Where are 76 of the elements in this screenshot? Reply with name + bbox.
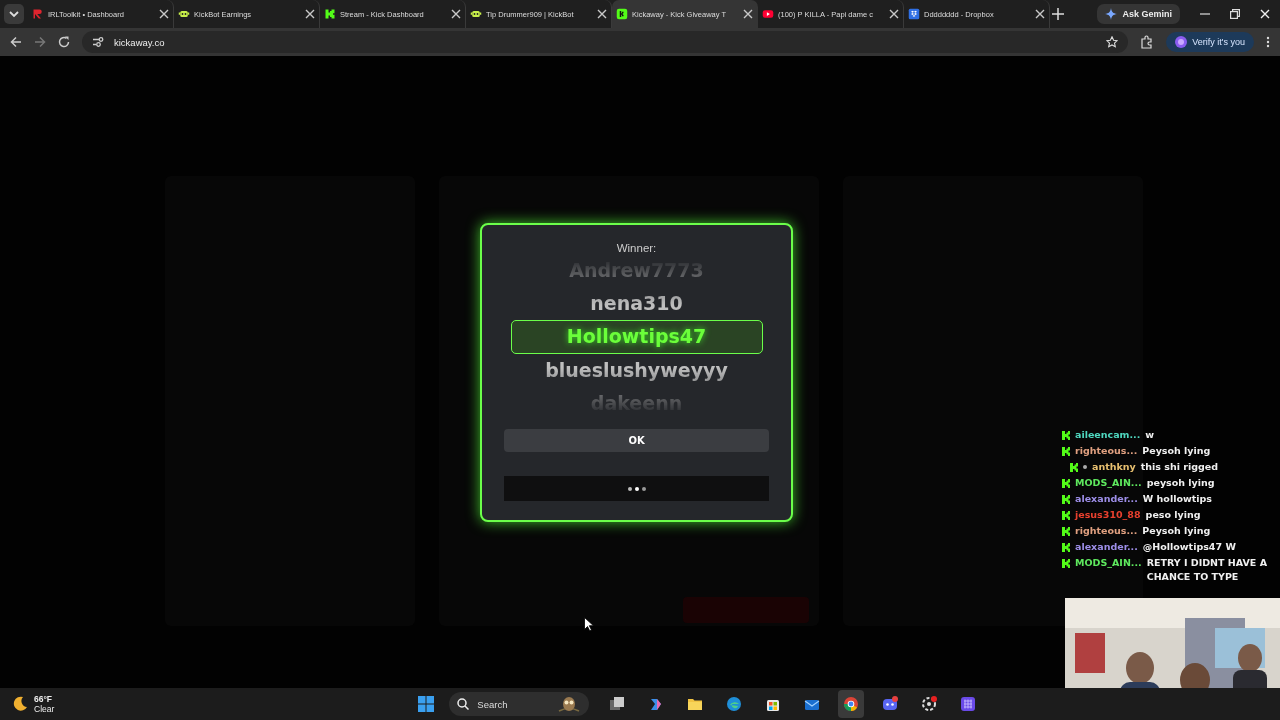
participant-name: nena310 xyxy=(590,290,683,316)
chat-message: peysoh lying xyxy=(1146,476,1215,490)
kick-logo-icon xyxy=(1062,479,1070,488)
box-icon xyxy=(908,8,920,20)
close-icon[interactable] xyxy=(743,9,753,19)
close-icon[interactable] xyxy=(597,9,607,19)
letter-r-icon xyxy=(32,8,44,20)
chat-username: alexander... xyxy=(1075,492,1138,506)
chat-message: RETRY I DIDNT HAVE A CHANCE TO TYPE xyxy=(1146,556,1268,584)
kick-logo-icon xyxy=(1062,559,1070,568)
close-icon[interactable] xyxy=(451,9,461,19)
chat-username: MODS_AIN... xyxy=(1075,556,1142,570)
ok-button[interactable]: OK xyxy=(504,429,769,452)
participant-name: blueslushyweyyy xyxy=(545,357,728,383)
gear-icon[interactable] xyxy=(921,696,938,712)
reload-icon[interactable] xyxy=(58,36,70,48)
moon-icon[interactable] xyxy=(12,696,28,712)
participant-name: dakeenn xyxy=(590,390,683,415)
kick-logo-icon xyxy=(1062,527,1070,536)
plus-icon[interactable] xyxy=(1052,8,1064,20)
restore-icon[interactable] xyxy=(1230,9,1240,19)
ask-gemini-button[interactable]: Ask Gemini xyxy=(1097,4,1180,24)
weather-label: Clear xyxy=(34,704,55,714)
puzzle-icon[interactable] xyxy=(1140,35,1155,49)
chat-username: anthkny xyxy=(1092,460,1136,474)
sparkle-icon xyxy=(1105,8,1118,20)
site-settings-icon[interactable] xyxy=(92,36,104,48)
close-icon[interactable] xyxy=(159,9,169,19)
task-view-icon[interactable] xyxy=(609,696,626,712)
chat-message: Peysoh lying xyxy=(1142,444,1211,458)
verify-button[interactable]: Verify it's you xyxy=(1166,32,1254,52)
robot-icon xyxy=(470,8,482,20)
kick-logo-icon xyxy=(1062,431,1070,440)
kick-logo-icon xyxy=(1062,511,1070,520)
winner-name: Hollowtips47 xyxy=(510,319,763,354)
owl-icon xyxy=(557,695,582,713)
kick-logo-icon xyxy=(1062,447,1070,456)
chat-username: aileencam... xyxy=(1075,428,1141,442)
dialog-title: Winner: xyxy=(616,242,657,256)
kick-logo-icon xyxy=(1062,543,1070,552)
kick-logo-icon xyxy=(324,8,336,20)
kick-logo-icon xyxy=(1062,495,1070,504)
chat-username: jesus310_88 xyxy=(1075,508,1141,522)
chat-message: this shi rigged xyxy=(1140,460,1219,474)
search-field[interactable]: Search xyxy=(449,692,590,716)
participant-name: Andrew7773 xyxy=(569,258,704,283)
kick-logo-icon xyxy=(616,8,628,20)
chat-message: w xyxy=(1145,428,1155,442)
address-bar[interactable]: kickaway.co xyxy=(82,31,1129,53)
star-icon[interactable] xyxy=(1106,36,1119,48)
chat-message: W hollowtips xyxy=(1142,492,1212,506)
grid-app-icon[interactable] xyxy=(960,696,977,712)
play-icon xyxy=(762,8,774,20)
robot-icon xyxy=(178,8,190,20)
more-icon[interactable] xyxy=(1266,36,1270,48)
forward-icon[interactable] xyxy=(34,36,46,48)
chat-message: @Hollowtips47 W xyxy=(1142,540,1236,554)
windows-start-icon[interactable] xyxy=(418,696,435,712)
tab-list-icon[interactable] xyxy=(4,4,24,24)
chat-username: righteous... xyxy=(1075,524,1138,538)
profile-icon xyxy=(1175,36,1188,48)
folder-icon[interactable] xyxy=(687,696,704,712)
close-icon[interactable] xyxy=(889,9,899,19)
kick-logo-icon xyxy=(1070,463,1078,472)
close-icon[interactable] xyxy=(1035,9,1045,19)
temperature-label: 66°F xyxy=(34,694,54,704)
chat-message: peso lying xyxy=(1145,508,1201,522)
close-icon[interactable] xyxy=(305,9,315,19)
loading-dots-icon xyxy=(626,485,647,492)
search-icon xyxy=(457,698,470,710)
chat-username: MODS_AIN... xyxy=(1075,476,1142,490)
chat-username: alexander... xyxy=(1075,540,1138,554)
back-icon[interactable] xyxy=(10,36,22,48)
chrome-icon[interactable] xyxy=(843,696,860,712)
chat-username: righteous... xyxy=(1075,444,1138,458)
chat-message: Peysoh lying xyxy=(1142,524,1211,538)
